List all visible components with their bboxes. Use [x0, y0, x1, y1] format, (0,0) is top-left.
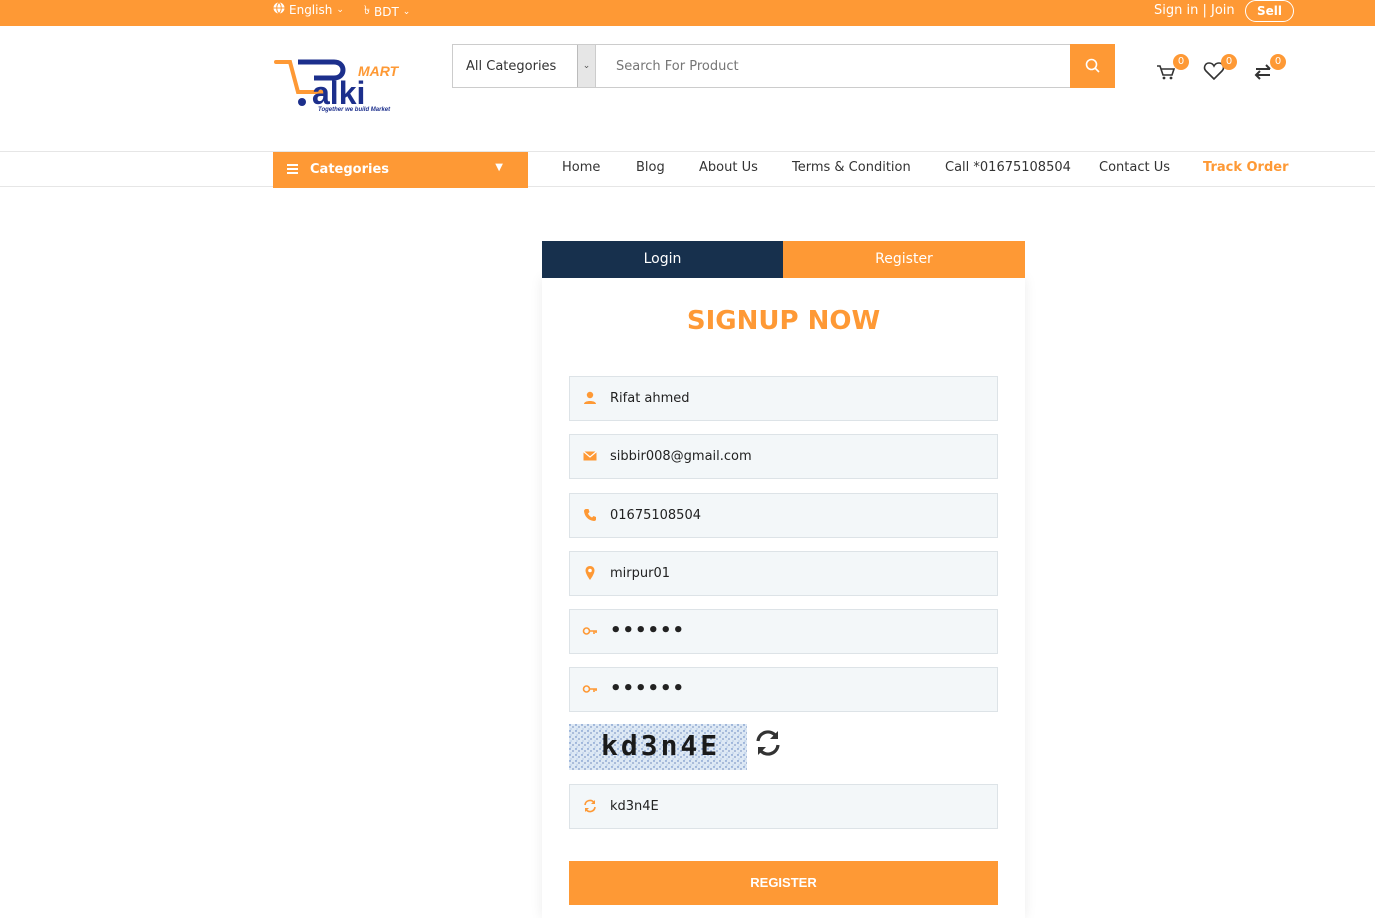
captcha-input-field[interactable]: kd3n4E	[569, 784, 998, 829]
compare-button[interactable]: 0	[1252, 54, 1286, 86]
currency-selector[interactable]: ৳ BDT ⌄	[364, 2, 410, 22]
logo-main: alki	[312, 75, 365, 111]
refresh-icon	[584, 799, 596, 813]
confirm-password-field[interactable]: ••••••	[569, 667, 998, 712]
user-icon	[584, 391, 596, 404]
chevron-down-icon: ⌄	[336, 4, 344, 15]
nav-track-order[interactable]: Track Order	[1203, 160, 1289, 175]
auth-links: Sign in | Join	[1154, 3, 1235, 18]
nav-terms[interactable]: Terms & Condition	[792, 160, 911, 175]
sell-button[interactable]: Sell	[1245, 0, 1294, 22]
cart-button[interactable]: 0	[1155, 54, 1189, 86]
name-value: Rifat ahmed	[610, 391, 690, 406]
address-field[interactable]: mirpur01	[569, 551, 998, 596]
currency-label: BDT	[373, 5, 399, 19]
envelope-icon	[583, 451, 597, 461]
chevron-down-icon: ⌄	[577, 45, 595, 87]
nav-blog[interactable]: Blog	[636, 160, 665, 175]
captcha-text: kd3n4E	[601, 729, 720, 762]
categories-menu-button[interactable]: Categories ▼	[273, 152, 528, 188]
password-value: ••••••	[610, 620, 686, 641]
address-value: mirpur01	[610, 566, 670, 581]
key-icon	[582, 627, 597, 635]
chevron-down-icon: ▼	[495, 162, 503, 173]
name-field[interactable]: Rifat ahmed	[569, 376, 998, 421]
nav-call[interactable]: Call *01675108504	[945, 160, 1071, 175]
auth-separator: |	[1198, 3, 1211, 18]
category-select[interactable]: All Categories ⌄	[452, 44, 596, 88]
nav-about-us[interactable]: About Us	[699, 160, 758, 175]
categories-label: Categories	[310, 162, 390, 177]
language-label: English	[289, 2, 333, 17]
logo-tagline: Together we build Market	[318, 107, 391, 113]
email-field[interactable]: sibbir008@gmail.com	[569, 434, 998, 479]
search-input[interactable]	[596, 44, 1071, 88]
nav-home[interactable]: Home	[562, 160, 600, 175]
wishlist-count-badge: 0	[1221, 54, 1237, 70]
phone-icon	[584, 509, 596, 521]
captcha-refresh-button[interactable]	[753, 728, 783, 758]
captcha-image: kd3n4E	[569, 724, 747, 770]
wishlist-button[interactable]: 0	[1203, 54, 1237, 86]
menu-icon	[287, 164, 298, 174]
password-field[interactable]: ••••••	[569, 609, 998, 654]
refresh-icon	[756, 730, 780, 756]
top-bar: English ⌄ ৳ BDT ⌄ Sign in | Join Sell	[0, 0, 1375, 26]
confirm-password-value: ••••••	[610, 678, 686, 699]
captcha-input-value: kd3n4E	[610, 799, 659, 814]
search-icon	[1085, 58, 1100, 73]
join-link[interactable]: Join	[1211, 3, 1235, 18]
category-select-value: All Categories	[466, 59, 557, 74]
register-button[interactable]: REGISTER	[569, 861, 998, 905]
site-logo[interactable]: MART alki Together we build Market	[274, 58, 434, 118]
key-icon	[582, 685, 597, 693]
chevron-down-icon: ⌄	[402, 7, 411, 17]
cart-count-badge: 0	[1173, 54, 1189, 70]
tab-login[interactable]: Login	[542, 241, 783, 278]
sign-in-link[interactable]: Sign in	[1154, 3, 1198, 18]
nav-contact-us[interactable]: Contact Us	[1099, 160, 1170, 175]
tab-register[interactable]: Register	[783, 241, 1025, 278]
taka-icon: ৳	[364, 3, 370, 17]
language-selector[interactable]: English ⌄	[273, 2, 344, 17]
email-value: sibbir008@gmail.com	[610, 449, 752, 464]
globe-icon	[273, 2, 285, 17]
search-button[interactable]	[1070, 44, 1115, 88]
compare-count-badge: 0	[1270, 54, 1286, 70]
phone-value: 01675108504	[610, 508, 701, 523]
signup-title: SIGNUP NOW	[686, 306, 881, 336]
map-pin-icon	[585, 566, 595, 580]
phone-field[interactable]: 01675108504	[569, 493, 998, 538]
